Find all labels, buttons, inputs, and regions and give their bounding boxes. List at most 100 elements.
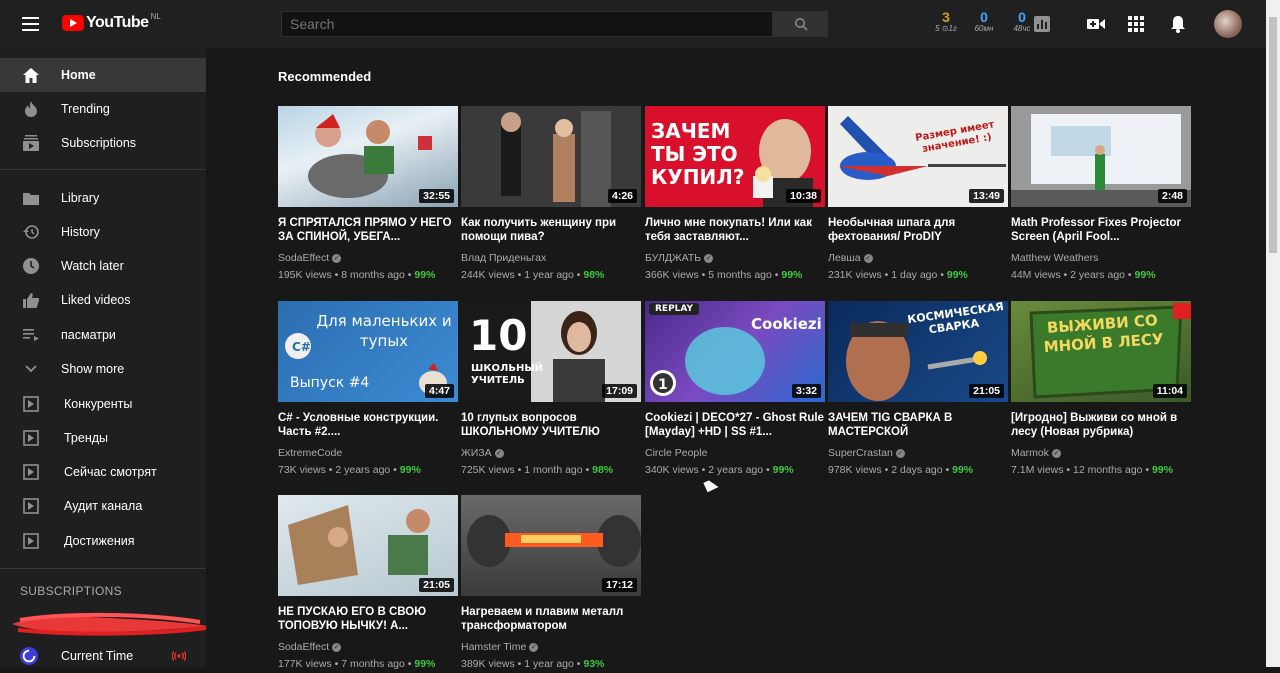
channel-name[interactable]: Hamster Time ✓ xyxy=(461,641,641,653)
rating-percent: 99% xyxy=(781,269,803,281)
video-meta: 366K views • 5 months ago • 99% xyxy=(645,269,803,281)
video-duration: 10:38 xyxy=(786,189,821,203)
video-title[interactable]: Нагреваем и плавим металл трансформаторо… xyxy=(461,605,641,633)
analytics-icon[interactable] xyxy=(1032,14,1052,34)
sidebar-item-subscriptions[interactable]: Subscriptions xyxy=(0,126,206,160)
thumbnail-text: Для маленьких и тупых xyxy=(316,312,452,350)
avatar[interactable] xyxy=(1214,10,1242,38)
apps-icon[interactable] xyxy=(1126,14,1146,34)
video-thumbnail[interactable]: 21:05 xyxy=(278,495,458,596)
rating-percent: 99% xyxy=(772,464,794,476)
flame-icon xyxy=(22,100,40,118)
video-thumbnail[interactable]: КОСМИЧЕСКАЯ СВАРКА 21:05 xyxy=(828,301,1008,402)
home-icon xyxy=(22,66,40,84)
search-button[interactable] xyxy=(773,11,828,37)
video-thumbnail[interactable]: 2:48 xyxy=(1011,106,1191,207)
video-card[interactable]: КОСМИЧЕСКАЯ СВАРКА 21:05 ЗАЧЕМ TIG СВАРК… xyxy=(828,301,1008,476)
rating-percent: 99% xyxy=(946,269,968,281)
search-input[interactable] xyxy=(281,11,773,37)
sidebar-item-trends[interactable]: Тренды xyxy=(0,421,206,455)
counter-2[interactable]: 0 60мн xyxy=(970,10,998,33)
video-meta: 177K views • 7 months ago • 99% xyxy=(278,658,436,670)
video-duration: 21:05 xyxy=(969,384,1004,398)
video-card[interactable]: 4:26 Как получить женщину при помощи пив… xyxy=(461,106,641,281)
youtube-logo[interactable]: YouTube NL xyxy=(62,12,161,32)
video-card[interactable]: C# Для маленьких и тупых Выпуск #4 4:47 … xyxy=(278,301,458,476)
channel-name[interactable]: Влад Приденьгах xyxy=(461,252,641,264)
sidebar-subscription-current-time[interactable]: Current Time xyxy=(0,639,206,673)
sidebar-item-history[interactable]: History xyxy=(0,215,206,249)
sidebar-item-achievements[interactable]: Достижения xyxy=(0,524,206,558)
sidebar-item-home[interactable]: Home xyxy=(0,58,206,92)
menu-icon[interactable] xyxy=(22,17,39,31)
sidebar-item-channel-audit[interactable]: Аудит канала xyxy=(0,489,206,523)
video-thumbnail[interactable]: C# Для маленьких и тупых Выпуск #4 4:47 xyxy=(278,301,458,402)
channel-name[interactable]: ЖИЗА ✓ xyxy=(461,447,641,459)
rating-percent: 99% xyxy=(414,269,436,281)
search-icon xyxy=(794,18,808,31)
video-title[interactable]: Math Professor Fixes Projector Screen (A… xyxy=(1011,216,1191,244)
video-card[interactable]: 21:05 НЕ ПУСКАЮ ЕГО В СВОЮ ТОПОВУЮ НЫЧКУ… xyxy=(278,495,458,670)
channel-name[interactable]: ExtremeCode xyxy=(278,447,458,459)
sidebar-item-trending[interactable]: Trending xyxy=(0,92,206,126)
video-title[interactable]: Как получить женщину при помощи пива? xyxy=(461,216,641,244)
video-title[interactable]: 10 глупых вопросов ШКОЛЬНОМУ УЧИТЕЛЮ xyxy=(461,411,641,439)
channel-name[interactable]: Левша ✓ xyxy=(828,252,1008,264)
video-thumbnail[interactable]: ВЫЖИВИ СО МНОЙ В ЛЕСУ 11:04 xyxy=(1011,301,1191,402)
sidebar-item-watching-now[interactable]: Сейчас смотрят xyxy=(0,455,206,489)
create-video-icon[interactable] xyxy=(1086,14,1106,34)
video-card[interactable]: 10 ШКОЛЬНЫЙ УЧИТЕЛЬ 17:09 10 глупых вопр… xyxy=(461,301,641,476)
channel-name[interactable]: SuperCrastan ✓ xyxy=(828,447,1008,459)
video-card[interactable]: 17:12 Нагреваем и плавим металл трансфор… xyxy=(461,495,641,670)
verified-check-icon: ✓ xyxy=(704,253,714,263)
notifications-bell-icon[interactable] xyxy=(1168,14,1188,34)
sidebar-item-playlist[interactable]: пасматри xyxy=(0,318,206,352)
logo-text: YouTube xyxy=(86,14,149,31)
video-thumbnail[interactable]: 10 ШКОЛЬНЫЙ УЧИТЕЛЬ 17:09 xyxy=(461,301,641,402)
channel-name[interactable]: Circle People xyxy=(645,447,825,459)
channel-name[interactable]: SodaEffect ✓ xyxy=(278,641,458,653)
scrollbar-thumb[interactable] xyxy=(1269,17,1277,253)
video-title[interactable]: C# - Условные конструкции. Часть #2.... xyxy=(278,411,458,439)
sidebar-item-liked-videos[interactable]: Liked videos xyxy=(0,283,206,317)
video-thumbnail[interactable]: ЗАЧЕМ ТЫ ЭТО КУПИЛ? 10:38 xyxy=(645,106,825,207)
video-title[interactable]: [Игродно] Выживи со мной в лесу (Новая р… xyxy=(1011,411,1191,439)
video-meta: 7.1M views • 12 months ago • 99% xyxy=(1011,464,1174,476)
video-card[interactable]: 2:48 Math Professor Fixes Projector Scre… xyxy=(1011,106,1191,281)
video-card[interactable]: 32:55 Я СПРЯТАЛСЯ ПРЯМО У НЕГО ЗА СПИНОЙ… xyxy=(278,106,458,281)
channel-name[interactable]: Marmok ✓ xyxy=(1011,447,1191,459)
video-thumbnail[interactable]: 17:12 xyxy=(461,495,641,596)
sidebar-item-show-more[interactable]: Show more xyxy=(0,352,206,386)
rating-percent: 98% xyxy=(583,269,605,281)
video-title[interactable]: НЕ ПУСКАЮ ЕГО В СВОЮ ТОПОВУЮ НЫЧКУ! А... xyxy=(278,605,458,633)
video-thumbnail[interactable]: 32:55 xyxy=(278,106,458,207)
video-thumbnail[interactable]: 1 Cookiezi REPLAY 3:32 xyxy=(645,301,825,402)
video-thumbnail[interactable]: Размер имеет значение! :) 13:49 xyxy=(828,106,1008,207)
sidebar-item-library[interactable]: Library xyxy=(0,181,206,215)
video-card[interactable]: ЗАЧЕМ ТЫ ЭТО КУПИЛ? 10:38 Лично мне поку… xyxy=(645,106,825,281)
video-card[interactable]: 1 Cookiezi REPLAY 3:32 Cookiezi | DECO*2… xyxy=(645,301,825,476)
verified-check-icon: ✓ xyxy=(332,253,342,263)
channel-name[interactable]: Matthew Weathers xyxy=(1011,252,1191,264)
history-icon xyxy=(22,223,40,241)
video-duration: 32:55 xyxy=(419,189,454,203)
video-title[interactable]: Лично мне покупать! Или как тебя заставл… xyxy=(645,216,825,244)
thumbnail-subtext: REPLAY xyxy=(649,303,700,315)
section-title: Recommended xyxy=(278,69,372,84)
counter-1[interactable]: 3 5 ⊙1г xyxy=(932,10,960,33)
sidebar-item-competitors[interactable]: Конкуренты xyxy=(0,387,206,421)
channel-name[interactable]: БУЛДЖАТЬ ✓ xyxy=(645,252,825,264)
video-title[interactable]: Необычная шпага для фехтования/ ProDIY xyxy=(828,216,1008,244)
video-thumbnail[interactable]: 4:26 xyxy=(461,106,641,207)
playlist-icon xyxy=(22,326,40,344)
page-scrollbar[interactable] xyxy=(1266,0,1280,667)
video-card[interactable]: ВЫЖИВИ СО МНОЙ В ЛЕСУ 11:04 [Игродно] Вы… xyxy=(1011,301,1191,476)
video-title[interactable]: Cookiezi | DECO*27 - Ghost Rule [Mayday]… xyxy=(645,411,825,439)
sidebar-divider xyxy=(0,169,206,170)
video-card[interactable]: Размер имеет значение! :) 13:49 Необычна… xyxy=(828,106,1008,281)
sidebar-item-watch-later[interactable]: Watch later xyxy=(0,249,206,283)
video-title[interactable]: Я СПРЯТАЛСЯ ПРЯМО У НЕГО ЗА СПИНОЙ, УБЕГ… xyxy=(278,216,458,244)
channel-name[interactable]: SodaEffect ✓ xyxy=(278,252,458,264)
video-title[interactable]: ЗАЧЕМ TIG СВАРКА В МАСТЕРСКОЙ xyxy=(828,411,1008,439)
extension-icon xyxy=(22,429,40,447)
